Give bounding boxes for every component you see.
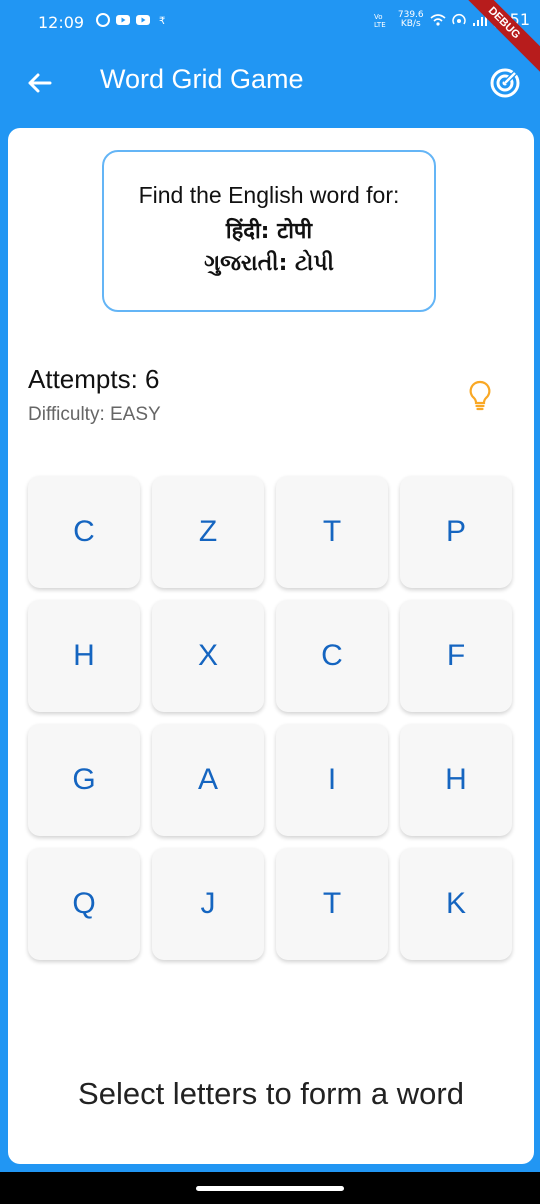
letter-tile[interactable]: P	[400, 476, 512, 588]
letter-tile[interactable]: J	[152, 848, 264, 960]
wifi-icon	[430, 13, 446, 26]
status-bar: 12:09 ₹ Vo LTE 739.6 KB/s 51 DEBUG	[0, 0, 540, 79]
svg-text:Vo: Vo	[374, 13, 383, 21]
difficulty-label: Difficulty: EASY	[28, 404, 161, 425]
home-indicator[interactable]	[196, 1186, 344, 1191]
status-time: 12:09	[38, 13, 85, 32]
letter-tile[interactable]: C	[28, 476, 140, 588]
app-bar: Word Grid Game	[0, 46, 540, 120]
attempts-counter: Attempts: 6	[28, 364, 160, 394]
pay-icon: ₹	[159, 16, 165, 27]
system-nav-bar	[0, 1172, 540, 1204]
letter-tile[interactable]: F	[400, 600, 512, 712]
letter-tile[interactable]: G	[28, 724, 140, 836]
prompt-gujarati: ગુજરાતી: ટોપી	[204, 251, 334, 276]
prompt-instruction: Find the English word for:	[138, 182, 400, 208]
word-prompt-box: Find the English word for: हिंदी: टोपी ગ…	[102, 150, 436, 312]
letter-tile[interactable]: C	[276, 600, 388, 712]
letter-tile[interactable]: H	[28, 600, 140, 712]
svg-text:LTE: LTE	[374, 21, 386, 28]
letter-tile[interactable]: Q	[28, 848, 140, 960]
youtube-icon	[116, 15, 130, 25]
letter-tile[interactable]: Z	[152, 476, 264, 588]
instruction-message: Select letters to form a word	[78, 1076, 464, 1111]
hotspot-icon	[451, 13, 466, 24]
letter-tile[interactable]: A	[152, 724, 264, 836]
youtube-icon	[136, 15, 150, 25]
lightbulb-icon[interactable]	[468, 380, 492, 412]
letter-tile[interactable]: K	[400, 848, 512, 960]
net-speed-unit: KB/s	[400, 18, 421, 29]
letter-tile[interactable]: T	[276, 848, 388, 960]
letter-tile[interactable]: T	[276, 476, 388, 588]
app-notification-icon	[96, 13, 110, 27]
letter-tile[interactable]: I	[276, 724, 388, 836]
letter-tile[interactable]: H	[400, 724, 512, 836]
page-title: Word Grid Game	[100, 64, 304, 94]
notification-icons: ₹	[96, 13, 170, 27]
volte-icon: VoLTE	[374, 13, 386, 28]
letter-grid: CZTPHXCFGAIHQJTK	[28, 476, 514, 960]
game-card: Find the English word for: हिंदी: टोपी ગ…	[8, 128, 534, 1164]
prompt-hindi: हिंदी: टोपी	[225, 219, 313, 244]
svg-text:₹: ₹	[159, 16, 165, 27]
net-speed: 739.6 KB/s	[398, 10, 424, 29]
letter-tile[interactable]: X	[152, 600, 264, 712]
target-icon[interactable]	[488, 66, 522, 100]
back-arrow-icon[interactable]	[22, 66, 56, 100]
